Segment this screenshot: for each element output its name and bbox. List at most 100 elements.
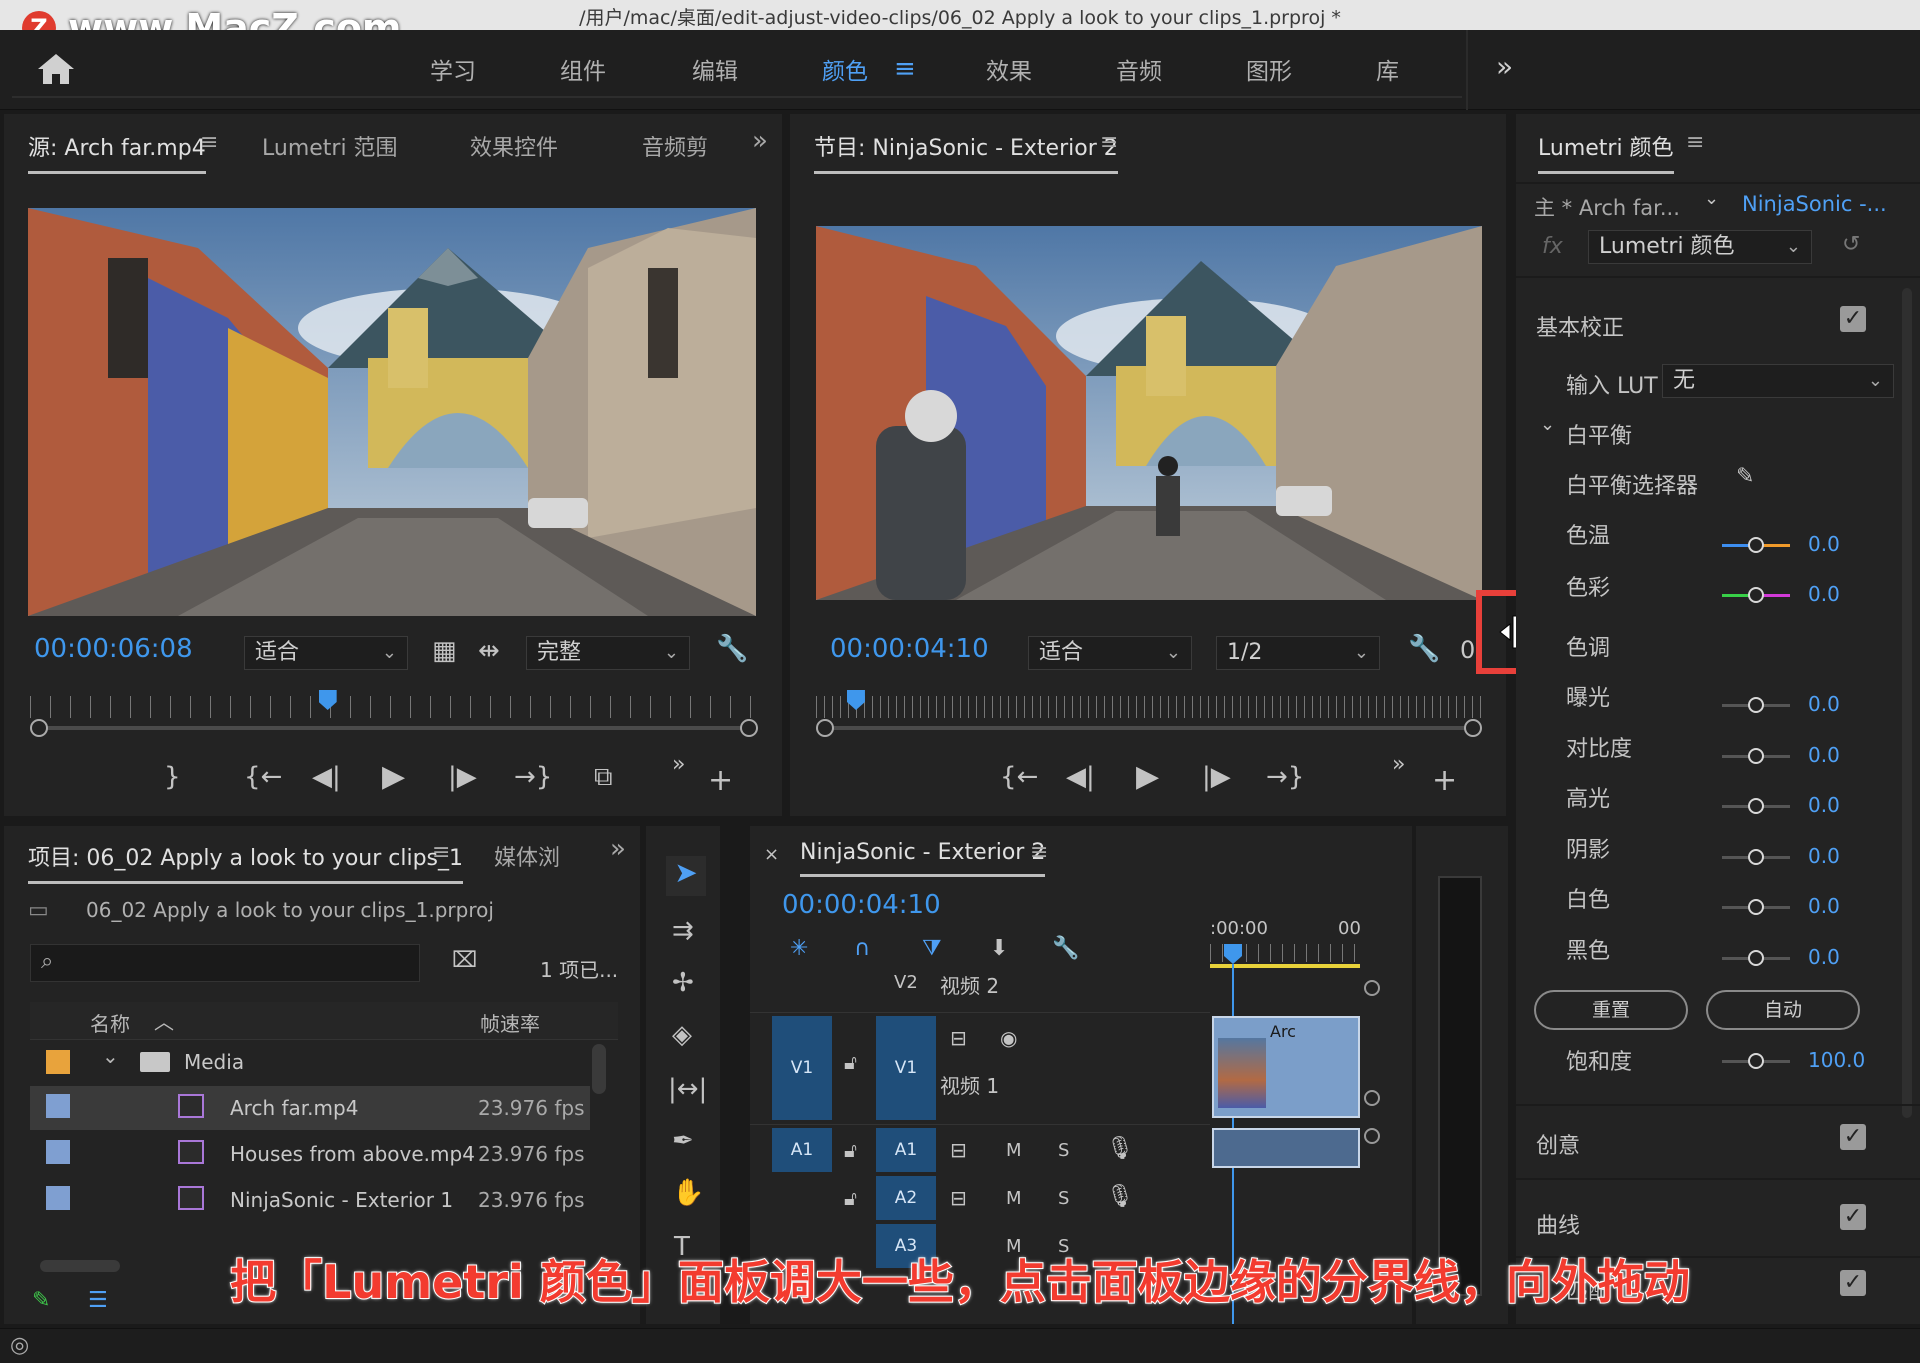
- label-color-swatch[interactable]: [46, 1140, 70, 1164]
- home-icon[interactable]: [36, 52, 76, 91]
- tab-media-browser[interactable]: 媒体浏: [494, 840, 560, 872]
- creative-cloud-icon[interactable]: ◎: [10, 1333, 29, 1358]
- chevron-down-icon[interactable]: ⌄: [1704, 188, 1719, 209]
- saturation-knob[interactable]: [1748, 1053, 1764, 1069]
- workspace-tab-6[interactable]: 音频: [1116, 52, 1162, 86]
- tone-slider-5[interactable]: [1722, 949, 1790, 966]
- lock-icon[interactable]: 🔓︎: [844, 1138, 857, 1162]
- step-forward-icon[interactable]: |▶: [448, 764, 477, 790]
- source-time-ruler[interactable]: [30, 696, 756, 718]
- track-select-tool-icon[interactable]: ⇉: [672, 918, 694, 944]
- microphone-icon[interactable]: 🎙︎: [1106, 1184, 1134, 1209]
- controls-overflow-icon[interactable]: »: [672, 754, 685, 776]
- lock-icon[interactable]: 🔓︎: [844, 1186, 857, 1210]
- timeline-menu-icon[interactable]: ≡: [1030, 840, 1048, 865]
- mark-out-icon[interactable]: }: [164, 764, 181, 790]
- selection-tool-icon[interactable]: ➤: [666, 856, 706, 896]
- tone-value-1[interactable]: 0.0: [1808, 743, 1840, 767]
- export-frame-icon[interactable]: ⧉: [594, 764, 613, 790]
- timeline-vscroll-handle[interactable]: [1364, 1090, 1380, 1106]
- go-to-out-icon[interactable]: →}: [514, 764, 552, 790]
- basic-correction-header[interactable]: 基本校正: [1536, 310, 1624, 342]
- source-fit-select[interactable]: 适合 ⌄: [244, 636, 408, 670]
- workspace-tab-3[interactable]: 编辑: [692, 52, 738, 86]
- tab-project[interactable]: 项目: 06_02 Apply a look to your clips_1: [28, 840, 464, 884]
- reset-button[interactable]: 重置: [1534, 990, 1688, 1030]
- tone-knob-1[interactable]: [1748, 747, 1764, 764]
- tone-knob-5[interactable]: [1748, 949, 1764, 966]
- safe-margins-icon[interactable]: ▦: [432, 638, 457, 664]
- source-patch-v1[interactable]: V1: [772, 1016, 832, 1120]
- hand-tool-icon[interactable]: ✋: [672, 1180, 704, 1206]
- tab-program[interactable]: 节目: NinjaSonic - Exterior 2: [814, 130, 1118, 174]
- timeline-vscroll-handle[interactable]: [1364, 980, 1380, 996]
- input-lut-select[interactable]: 无 ⌄: [1662, 364, 1894, 398]
- step-forward-icon[interactable]: |▶: [1202, 764, 1231, 790]
- source-timecode[interactable]: 00:00:06:08: [34, 634, 193, 664]
- timeline-vscroll-handle[interactable]: [1364, 1128, 1380, 1144]
- play-icon[interactable]: ▶: [1136, 762, 1159, 792]
- reset-effect-icon[interactable]: ↺: [1842, 232, 1860, 257]
- ripple-edit-tool-icon[interactable]: ✢: [672, 970, 694, 996]
- column-fps[interactable]: 帧速率: [480, 1008, 540, 1037]
- workspace-tab-2[interactable]: 组件: [560, 52, 606, 86]
- workspace-overflow-icon[interactable]: »: [1496, 50, 1513, 83]
- creative-header[interactable]: 创意: [1536, 1128, 1580, 1160]
- curves-checkbox[interactable]: ✓: [1840, 1204, 1866, 1230]
- clip-a1[interactable]: [1212, 1128, 1360, 1168]
- source-quality-select[interactable]: 完整 ⌄: [526, 636, 690, 670]
- workspace-tab-1[interactable]: 学习: [430, 52, 476, 86]
- label-color-swatch[interactable]: [46, 1050, 70, 1074]
- tone-slider-1[interactable]: [1722, 747, 1790, 764]
- mute-button[interactable]: M: [1006, 1188, 1022, 1209]
- project-search-input[interactable]: ⌕: [30, 944, 420, 982]
- add-button-icon[interactable]: +: [708, 766, 733, 796]
- add-marker-icon[interactable]: ⬇: [990, 936, 1008, 961]
- tone-knob-2[interactable]: [1748, 798, 1764, 814]
- timeline-settings-icon[interactable]: 🔧: [1052, 936, 1079, 961]
- tone-slider-4[interactable]: [1722, 899, 1790, 915]
- lumetri-master-clip[interactable]: 主 * Arch far...: [1534, 192, 1680, 222]
- controls-overflow-icon[interactable]: »: [1392, 754, 1405, 776]
- tone-slider-0[interactable]: [1722, 697, 1790, 713]
- lumetri-effect-select[interactable]: Lumetri 颜色 ⌄: [1588, 230, 1812, 264]
- tab-audio-clip[interactable]: 音频剪: [642, 130, 708, 162]
- tone-value-2[interactable]: 0.0: [1808, 793, 1840, 817]
- chevron-down-icon[interactable]: ⌄: [1540, 414, 1555, 435]
- close-icon[interactable]: ×: [764, 844, 779, 865]
- white-balance-header[interactable]: 白平衡: [1566, 418, 1632, 450]
- zoom-handle-left[interactable]: [30, 719, 48, 737]
- source-zoom-bar[interactable]: [38, 726, 750, 730]
- temperature-knob[interactable]: [1748, 537, 1764, 553]
- program-resolution-select[interactable]: 1/2 ⌄: [1216, 636, 1380, 670]
- list-item[interactable]: Houses from above.mp4 23.976 fps: [30, 1132, 590, 1176]
- tab-lumetri-color[interactable]: Lumetri 颜色: [1538, 130, 1674, 174]
- add-button-icon[interactable]: +: [1432, 766, 1457, 796]
- new-bin-icon[interactable]: ⌧: [452, 948, 477, 973]
- track-target-a1[interactable]: A1: [876, 1128, 936, 1172]
- go-to-in-icon[interactable]: {←: [1000, 764, 1038, 790]
- program-fit-select[interactable]: 适合 ⌄: [1028, 636, 1192, 670]
- linked-selection-icon[interactable]: ⧩: [922, 936, 942, 961]
- tone-slider-2[interactable]: [1722, 798, 1790, 814]
- lock-icon[interactable]: 🔓︎: [844, 1050, 857, 1074]
- tint-value[interactable]: 0.0: [1808, 582, 1840, 606]
- list-item[interactable]: Arch far.mp4 23.976 fps: [30, 1086, 590, 1130]
- auto-button[interactable]: 自动: [1706, 990, 1860, 1030]
- project-overflow-icon[interactable]: »: [610, 834, 626, 864]
- go-to-out-icon[interactable]: →}: [1266, 764, 1304, 790]
- sync-lock-icon[interactable]: ⊟: [950, 1026, 967, 1050]
- tab-timeline[interactable]: NinjaSonic - Exterior 2: [800, 840, 1046, 877]
- zoom-handle-right[interactable]: [740, 719, 758, 737]
- workspace-tab-7[interactable]: 图形: [1246, 52, 1292, 86]
- wrench-icon[interactable]: 🔧: [1408, 636, 1440, 662]
- temperature-value[interactable]: 0.0: [1808, 532, 1840, 556]
- clip-v1[interactable]: Arc: [1212, 1016, 1360, 1118]
- source-overflow-icon[interactable]: »: [752, 126, 768, 156]
- go-to-in-icon[interactable]: {←: [244, 764, 282, 790]
- track-target-a2[interactable]: A2: [876, 1176, 936, 1220]
- sync-lock-icon[interactable]: ⊟: [950, 1138, 967, 1162]
- wrench-icon[interactable]: 🔧: [716, 636, 748, 662]
- lumetri-sequence-clip[interactable]: NinjaSonic -...: [1742, 192, 1887, 216]
- tone-knob-0[interactable]: [1748, 697, 1764, 713]
